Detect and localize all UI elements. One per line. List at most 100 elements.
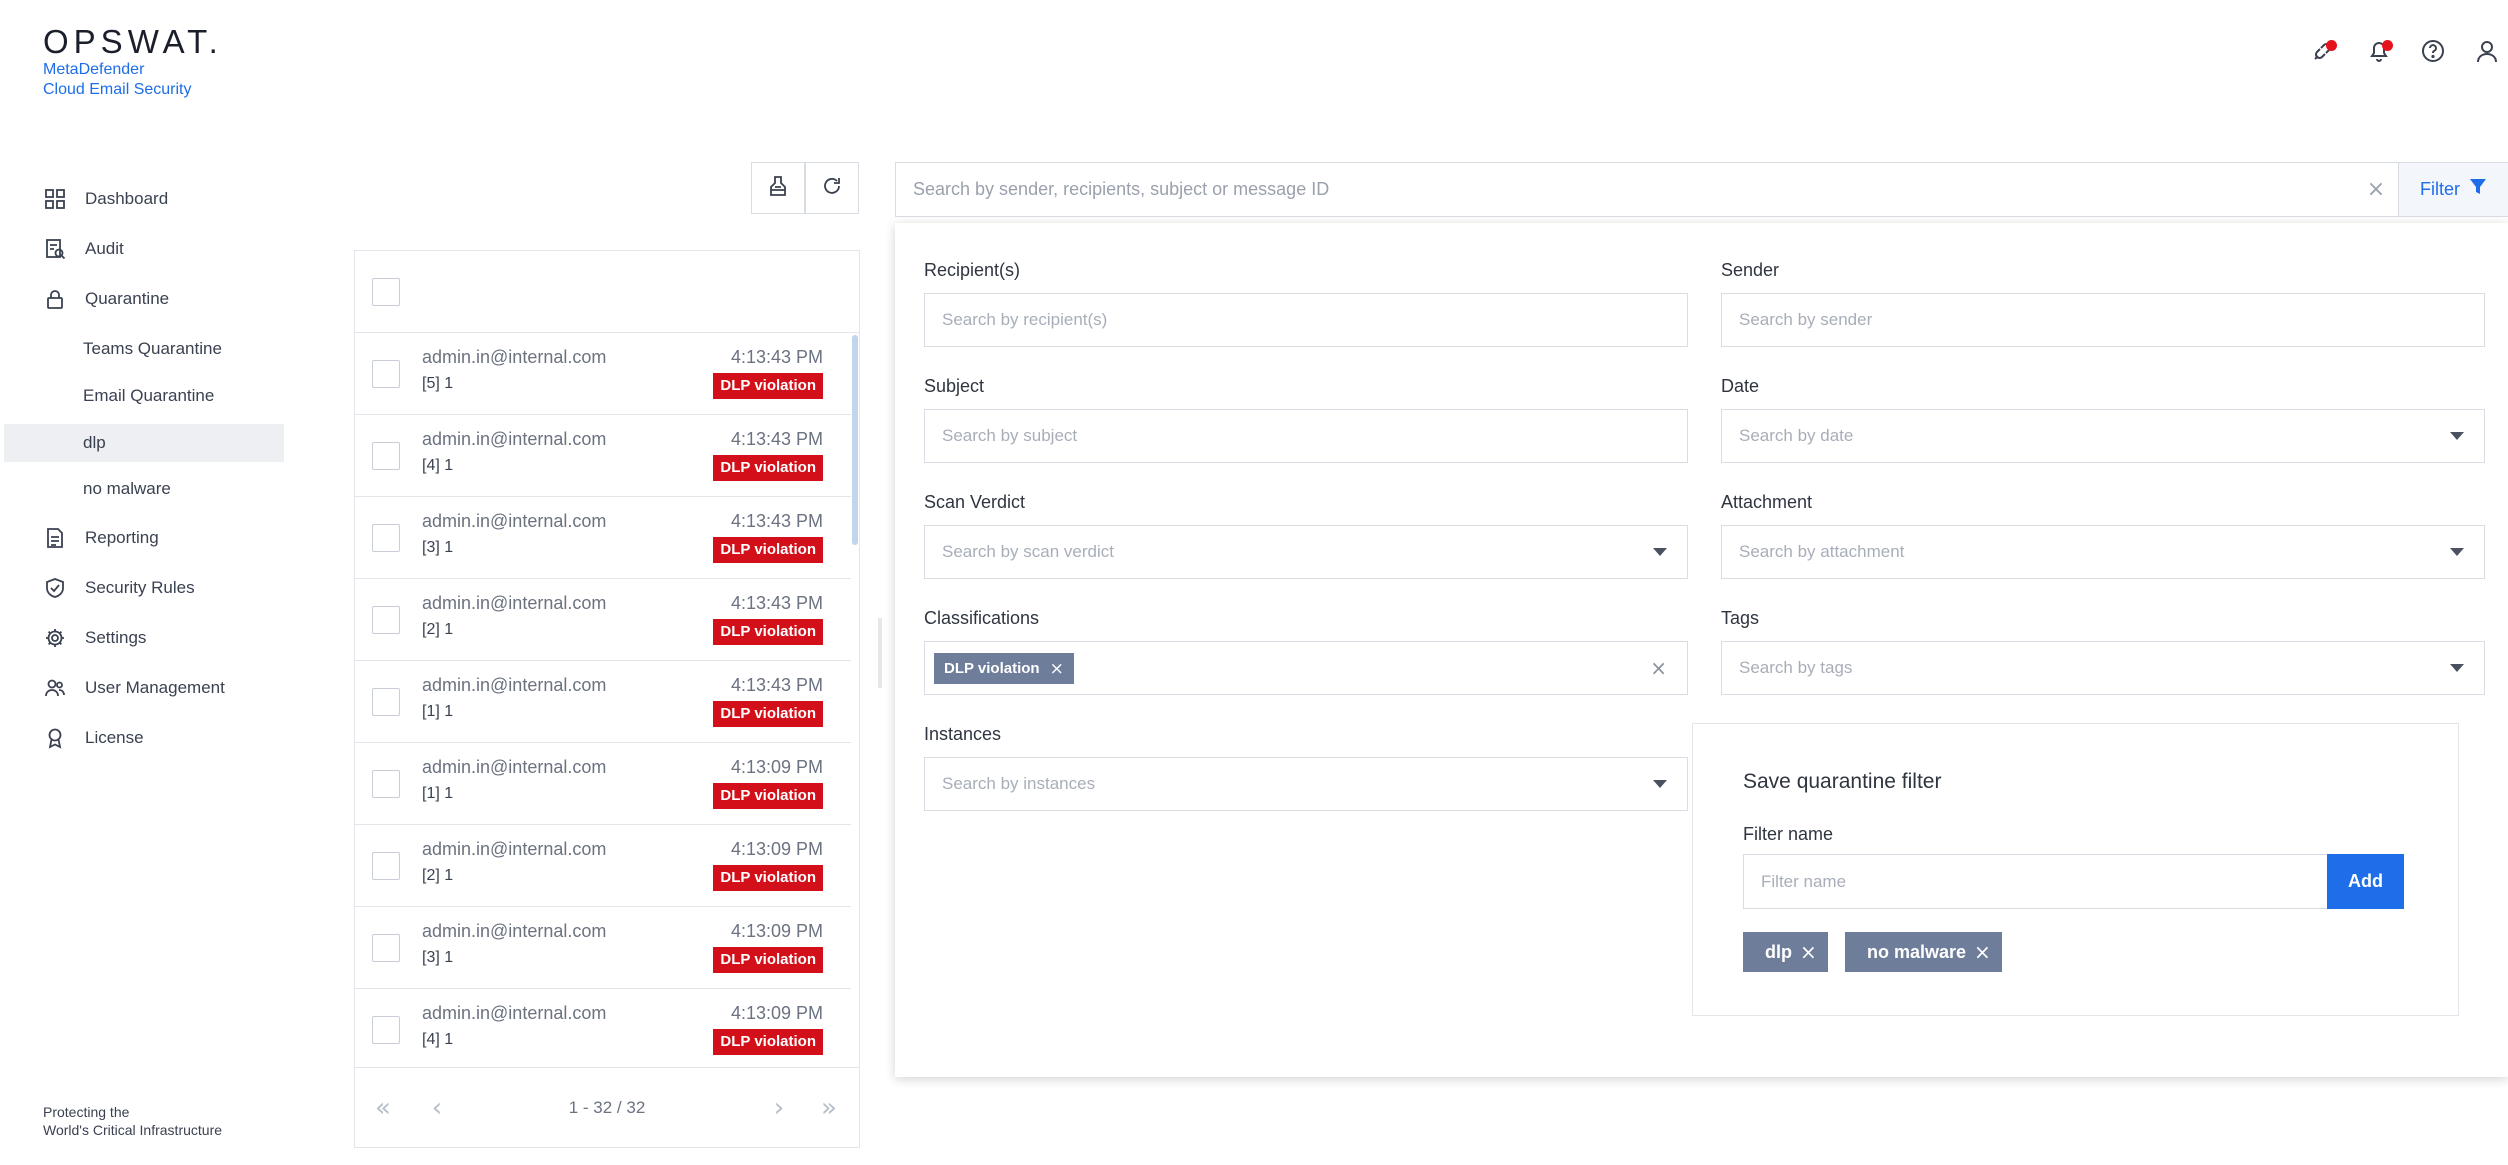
- table-row[interactable]: admin.in@internal.com [2] 1 4:13:43 PM D…: [355, 579, 851, 661]
- clear-classifications-button[interactable]: ×: [1650, 656, 1667, 680]
- select-all-checkbox[interactable]: [372, 278, 400, 306]
- table-row[interactable]: admin.in@internal.com [4] 1 4:13:09 PM D…: [355, 989, 851, 1067]
- last-page-button[interactable]: »: [815, 1093, 843, 1123]
- chevron-down-icon[interactable]: [2450, 664, 2464, 672]
- row-subject: [5] 1: [422, 375, 454, 392]
- attachment-label: Attachment: [1721, 492, 1813, 512]
- sidebar-item-dlp[interactable]: dlp: [4, 424, 284, 462]
- table-row[interactable]: admin.in@internal.com [5] 1 4:13:43 PM D…: [355, 333, 851, 415]
- search-input[interactable]: [896, 163, 2376, 216]
- users-icon: [42, 675, 68, 701]
- row-checkbox[interactable]: [372, 852, 400, 880]
- integration-button[interactable]: [2308, 38, 2338, 68]
- row-checkbox[interactable]: [372, 524, 400, 552]
- row-checkbox[interactable]: [372, 442, 400, 470]
- refresh-icon: [820, 174, 844, 203]
- row-sender: admin.in@internal.com: [422, 839, 607, 859]
- instances-field: [924, 757, 1688, 811]
- date-input[interactable]: [1722, 410, 2484, 462]
- refresh-button[interactable]: [805, 162, 859, 214]
- sidebar-item-no-malware[interactable]: no malware: [4, 470, 284, 508]
- sidebar-item-label: Reporting: [85, 528, 159, 547]
- sidebar-item-label: Audit: [85, 239, 124, 258]
- list-scrollbar[interactable]: [851, 333, 859, 1067]
- subject-input[interactable]: [925, 410, 1687, 462]
- dashboard-icon: [42, 186, 68, 212]
- table-row[interactable]: admin.in@internal.com [1] 1 4:13:43 PM D…: [355, 661, 851, 743]
- sidebar-item-label: License: [85, 728, 144, 747]
- status-badge: DLP violation: [713, 701, 823, 727]
- filter-name-label: Filter name: [1743, 824, 1834, 844]
- chevron-down-icon[interactable]: [1653, 548, 1667, 556]
- list-resize-handle[interactable]: [878, 618, 882, 688]
- help-button[interactable]: [2418, 38, 2448, 68]
- chevron-down-icon[interactable]: [1653, 780, 1667, 788]
- next-page-button[interactable]: ›: [765, 1093, 793, 1123]
- sidebar: OPSWAT. MetaDefender Cloud Email Securit…: [0, 0, 300, 1165]
- attachment-input[interactable]: [1722, 526, 2484, 578]
- notification-dot: [2326, 40, 2337, 51]
- notifications-button[interactable]: [2364, 38, 2394, 68]
- clean-button[interactable]: [751, 162, 805, 214]
- table-row[interactable]: admin.in@internal.com [4] 1 4:13:43 PM D…: [355, 415, 851, 497]
- row-time: 4:13:43 PM: [730, 347, 823, 367]
- row-checkbox[interactable]: [372, 770, 400, 798]
- subject-field: [924, 409, 1688, 463]
- list-header: [355, 251, 859, 333]
- sidebar-item-email-quarantine[interactable]: Email Quarantine: [4, 377, 284, 415]
- table-row[interactable]: admin.in@internal.com [2] 1 4:13:09 PM D…: [355, 825, 851, 907]
- saved-filter-no-malware[interactable]: no malware ×: [1845, 932, 2002, 972]
- sidebar-item-settings[interactable]: Settings: [4, 619, 284, 657]
- sidebar-item-label: Quarantine: [85, 289, 170, 308]
- instances-input[interactable]: [925, 758, 1687, 810]
- row-sender: admin.in@internal.com: [422, 347, 607, 367]
- remove-filter-icon[interactable]: ×: [1974, 940, 1991, 964]
- save-filter-panel: Save quarantine filter Filter name Add d…: [1692, 723, 2459, 1016]
- report-icon: [42, 525, 68, 551]
- scan-verdict-input[interactable]: [925, 526, 1687, 578]
- chip-remove-icon[interactable]: ×: [1050, 659, 1064, 679]
- pagination: « ‹ 1 - 32 / 32 › »: [355, 1067, 859, 1147]
- filter-button[interactable]: Filter: [2398, 163, 2508, 216]
- recipients-input[interactable]: [925, 294, 1687, 346]
- tags-input[interactable]: [1722, 642, 2484, 694]
- sidebar-item-quarantine[interactable]: Quarantine: [4, 280, 284, 318]
- tagline-line2: World's Critical Infrastructure: [43, 1122, 223, 1138]
- table-row[interactable]: admin.in@internal.com [3] 1 4:13:43 PM D…: [355, 497, 851, 579]
- table-row[interactable]: admin.in@internal.com [1] 1 4:13:09 PM D…: [355, 743, 851, 825]
- row-checkbox[interactable]: [372, 688, 400, 716]
- remove-filter-icon[interactable]: ×: [1800, 940, 1817, 964]
- user-menu-button[interactable]: [2472, 38, 2502, 68]
- row-checkbox[interactable]: [372, 606, 400, 634]
- sender-input[interactable]: [1722, 294, 2484, 346]
- scrollbar-thumb[interactable]: [852, 335, 858, 545]
- row-sender: admin.in@internal.com: [422, 921, 607, 941]
- row-subject: [3] 1: [422, 539, 454, 556]
- logo-wordmark: OPSWAT.: [43, 23, 223, 60]
- sidebar-item-reporting[interactable]: Reporting: [4, 519, 284, 557]
- sidebar-item-security-rules[interactable]: Security Rules: [4, 569, 284, 607]
- chevron-down-icon[interactable]: [2450, 548, 2464, 556]
- sidebar-item-dashboard[interactable]: Dashboard: [4, 180, 284, 218]
- sidebar-item-audit[interactable]: Audit: [4, 230, 284, 268]
- sidebar-item-user-management[interactable]: User Management: [4, 669, 284, 707]
- tags-label: Tags: [1721, 608, 1760, 628]
- logo[interactable]: OPSWAT. MetaDefender Cloud Email Securit…: [43, 24, 223, 100]
- filter-icon: [2460, 177, 2488, 202]
- row-time: 4:13:43 PM: [730, 675, 823, 695]
- chevron-down-icon[interactable]: [2450, 432, 2464, 440]
- filter-name-input[interactable]: [1744, 855, 2330, 908]
- sidebar-item-license[interactable]: License: [4, 719, 284, 757]
- add-filter-button[interactable]: Add: [2327, 854, 2404, 909]
- row-subject: [4] 1: [422, 457, 454, 474]
- status-badge: DLP violation: [713, 455, 823, 481]
- table-row[interactable]: admin.in@internal.com [3] 1 4:13:09 PM D…: [355, 907, 851, 989]
- row-checkbox[interactable]: [372, 934, 400, 962]
- saved-filter-dlp[interactable]: dlp ×: [1743, 932, 1828, 972]
- sidebar-item-teams-quarantine[interactable]: Teams Quarantine: [4, 330, 284, 368]
- search-clear-button[interactable]: ×: [2364, 177, 2388, 202]
- row-checkbox[interactable]: [372, 1016, 400, 1044]
- classifications-field[interactable]: DLP violation × ×: [924, 641, 1688, 695]
- row-checkbox[interactable]: [372, 360, 400, 388]
- filter-label: Filter: [2420, 179, 2460, 199]
